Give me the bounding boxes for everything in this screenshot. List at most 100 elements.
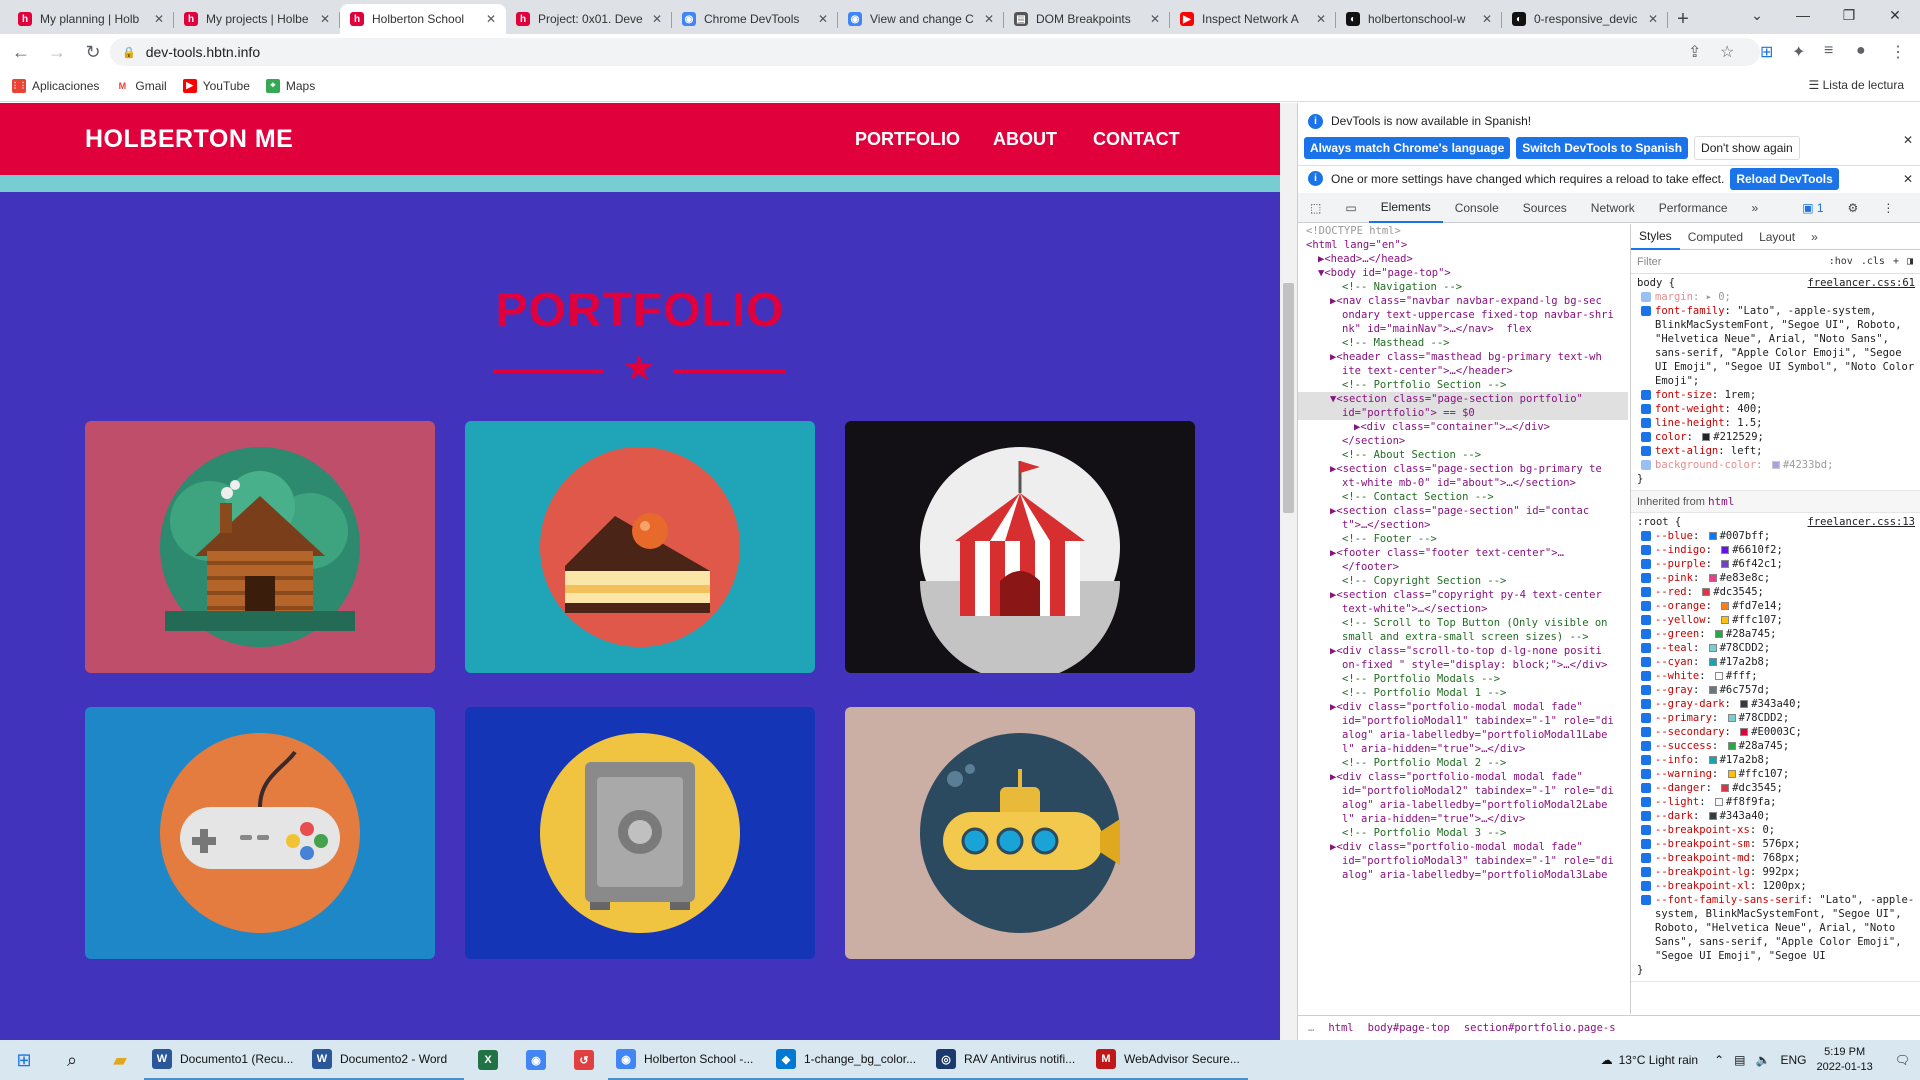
dom-node-line[interactable]: ▶<section class="page-section bg-primary…: [1298, 462, 1628, 476]
switch-spanish-button[interactable]: Switch DevTools to Spanish: [1516, 137, 1689, 159]
color-swatch[interactable]: [1708, 756, 1717, 764]
property-value[interactable]: 400;: [1737, 403, 1762, 415]
browser-tab[interactable]: h Project: 0x01. Deve ✕: [506, 4, 672, 34]
color-swatch[interactable]: [1721, 616, 1730, 624]
property-checkbox[interactable]: [1641, 432, 1651, 442]
new-rule-icon[interactable]: +: [1893, 256, 1899, 267]
property-value[interactable]: #fff;: [1726, 670, 1758, 682]
css-property[interactable]: --gray-dark: #343a40;: [1637, 697, 1915, 711]
close-reload-notice-icon[interactable]: ✕: [1903, 172, 1913, 186]
elements-dom-tree[interactable]: <!DOCTYPE html> <html lang="en"> ▶<head>…<…: [1298, 224, 1628, 1014]
property-value[interactable]: #6f42c1;: [1732, 558, 1783, 570]
dom-node-line[interactable]: ▶<nav class="navbar navbar-expand-lg bg-…: [1298, 294, 1628, 308]
tab-layout[interactable]: Layout: [1751, 224, 1803, 250]
property-checkbox[interactable]: [1641, 306, 1651, 316]
property-value[interactable]: #6c757d;: [1720, 684, 1771, 696]
dom-node-line[interactable]: id="portfolioModal2" tabindex="-1" role=…: [1298, 784, 1628, 798]
recovery-icon[interactable]: ↺: [560, 1040, 608, 1080]
windows-start-icon[interactable]: ⊞: [0, 1040, 48, 1080]
dom-comment-line[interactable]: <!-- Portfolio Modal 1 -->: [1298, 686, 1628, 700]
nav-link-about[interactable]: ABOUT: [993, 129, 1057, 150]
dom-node-line[interactable]: ▶<head>…</head>: [1298, 252, 1628, 266]
color-swatch[interactable]: [1708, 644, 1717, 652]
dom-node-line[interactable]: ▶<footer class="footer text-center">…: [1298, 546, 1628, 560]
color-swatch[interactable]: [1708, 532, 1717, 540]
more-tabs-icon[interactable]: »: [1740, 193, 1771, 223]
inherited-tag[interactable]: html: [1708, 495, 1735, 508]
css-property[interactable]: --success: #28a745;: [1637, 739, 1915, 753]
property-checkbox[interactable]: [1641, 418, 1651, 428]
property-value[interactable]: #f8f9fa;: [1726, 796, 1777, 808]
new-tab-button[interactable]: +: [1668, 4, 1698, 34]
close-devtools-icon[interactable]: ✕: [1906, 193, 1920, 223]
dom-node-line[interactable]: ▶<div class="container">…</div>: [1298, 420, 1628, 434]
taskbar-app[interactable]: W Documento1 (Recu...: [144, 1040, 304, 1080]
property-value[interactable]: ▸ 0;: [1706, 291, 1731, 303]
property-value[interactable]: #28a745;: [1726, 628, 1777, 640]
toggle-sidebar-icon[interactable]: ◨: [1907, 256, 1913, 267]
property-value[interactable]: #6610f2;: [1732, 544, 1783, 556]
property-checkbox[interactable]: [1641, 404, 1651, 414]
file-explorer-icon[interactable]: ▰: [96, 1040, 144, 1080]
property-value[interactable]: #78CDD2;: [1720, 642, 1771, 654]
bookmark-youtube[interactable]: ▶ YouTube: [182, 78, 250, 93]
color-swatch[interactable]: [1702, 433, 1711, 441]
search-icon[interactable]: ⌕: [48, 1040, 96, 1080]
bookmark-gmail[interactable]: M Gmail: [115, 78, 167, 93]
property-checkbox[interactable]: [1641, 643, 1651, 653]
css-property[interactable]: text-align: left;: [1637, 444, 1915, 458]
dom-node-line[interactable]: ▶<section class="copyright py-4 text-cen…: [1298, 588, 1628, 602]
css-property[interactable]: --dark: #343a40;: [1637, 809, 1915, 823]
dom-node-line[interactable]: ▼<body id="page-top">: [1298, 266, 1628, 280]
weather-text[interactable]: 13°C Light rain: [1619, 1053, 1699, 1067]
class-toggle[interactable]: .cls: [1861, 256, 1885, 267]
dom-node-line[interactable]: ▶<div class="scroll-to-top d-lg-none pos…: [1298, 644, 1628, 658]
property-value[interactable]: #4233bd;: [1783, 459, 1834, 471]
property-value[interactable]: #343a40;: [1720, 810, 1771, 822]
property-value[interactable]: 1.5;: [1737, 417, 1762, 429]
property-checkbox[interactable]: [1641, 699, 1651, 709]
address-bar[interactable]: 🔒 dev-tools.hbtn.info: [110, 38, 1760, 66]
color-swatch[interactable]: [1708, 686, 1717, 694]
volume-icon[interactable]: 🔈: [1756, 1053, 1771, 1067]
inspect-element-icon[interactable]: ⬚: [1298, 193, 1333, 223]
scrollbar-thumb[interactable]: [1283, 283, 1294, 513]
breadcrumb-html[interactable]: html: [1328, 1022, 1353, 1034]
css-property[interactable]: --light: #f8f9fa;: [1637, 795, 1915, 809]
property-checkbox[interactable]: [1641, 531, 1651, 541]
property-checkbox[interactable]: [1641, 615, 1651, 625]
dom-node-line[interactable]: on-fixed " style="display: block;">…</di…: [1298, 658, 1628, 672]
css-property[interactable]: font-size: 1rem;: [1637, 388, 1915, 402]
dom-comment-line[interactable]: <!-- Portfolio Modal 3 -->: [1298, 826, 1628, 840]
reload-devtools-button[interactable]: Reload DevTools: [1730, 167, 1839, 190]
property-checkbox[interactable]: [1641, 292, 1651, 302]
nav-link-portfolio[interactable]: PORTFOLIO: [855, 129, 960, 150]
page-scrollbar[interactable]: [1280, 103, 1297, 1040]
media-icon[interactable]: ≡: [1824, 42, 1833, 60]
close-tab-icon[interactable]: ✕: [1648, 12, 1658, 26]
css-property[interactable]: --yellow: #ffc107;: [1637, 613, 1915, 627]
color-swatch[interactable]: [1714, 630, 1723, 638]
dom-node-line[interactable]: alog" aria-labelledby="portfolioModal3La…: [1298, 868, 1628, 882]
menu-kebab-icon[interactable]: ⋮: [1890, 42, 1906, 62]
css-property[interactable]: color: #212529;: [1637, 430, 1915, 444]
css-property[interactable]: --orange: #fd7e14;: [1637, 599, 1915, 613]
site-brand[interactable]: HOLBERTON ME: [85, 125, 293, 154]
css-property[interactable]: margin: ▸ 0;: [1637, 290, 1915, 304]
css-property[interactable]: --secondary: #E0003C;: [1637, 725, 1915, 739]
dom-node-line[interactable]: id="portfolio"> == $0: [1298, 406, 1628, 420]
breadcrumb-section[interactable]: section#portfolio.page-s: [1464, 1022, 1616, 1034]
clock[interactable]: 5:19 PM 2022-01-13: [1816, 1045, 1872, 1075]
css-property[interactable]: --info: #17a2b8;: [1637, 753, 1915, 767]
dom-comment-line[interactable]: <!-- Footer -->: [1298, 532, 1628, 546]
translate-icon[interactable]: ⊞: [1760, 42, 1773, 62]
reading-list-button[interactable]: ☰ Lista de lectura: [1809, 78, 1904, 92]
property-checkbox[interactable]: [1641, 797, 1651, 807]
css-property[interactable]: font-weight: 400;: [1637, 402, 1915, 416]
profile-avatar[interactable]: ●: [1856, 42, 1866, 60]
color-swatch[interactable]: [1727, 714, 1736, 722]
property-value[interactable]: #ffc107;: [1739, 768, 1790, 780]
browser-tab[interactable]: ◐ 0-responsive_devic ✕: [1502, 4, 1668, 34]
property-value[interactable]: #17a2b8;: [1720, 754, 1771, 766]
color-swatch[interactable]: [1721, 546, 1730, 554]
